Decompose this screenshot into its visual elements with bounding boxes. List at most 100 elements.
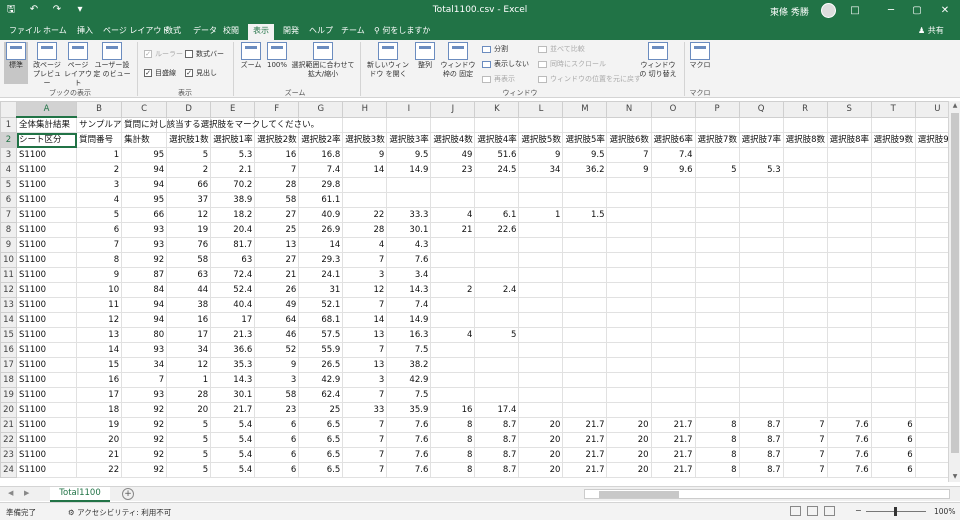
cell[interactable]: 26.9 <box>298 222 344 238</box>
cell[interactable]: 選択肢5率 <box>562 132 608 148</box>
cell[interactable]: 76 <box>166 237 212 253</box>
cell[interactable]: 9 <box>606 162 652 178</box>
cell[interactable] <box>694 267 740 283</box>
column-header[interactable]: K <box>474 101 520 118</box>
cell[interactable]: 4 <box>430 327 476 343</box>
cell[interactable] <box>518 327 564 343</box>
cell[interactable]: 7 <box>76 237 123 253</box>
cell[interactable]: 64 <box>254 312 300 328</box>
cell[interactable]: 選択肢6率 <box>650 132 696 148</box>
cell[interactable]: 8 <box>694 432 740 448</box>
freeze-panes-button[interactable]: ウィンドウ枠の 固定 <box>438 42 478 79</box>
cell[interactable] <box>914 162 948 178</box>
cell[interactable]: 20 <box>606 462 652 478</box>
cell[interactable] <box>474 116 520 133</box>
column-header[interactable]: M <box>562 101 608 118</box>
cell[interactable]: 8.7 <box>738 447 784 463</box>
cell[interactable] <box>518 312 564 328</box>
cell[interactable]: 36.6 <box>210 342 256 358</box>
cell[interactable] <box>914 177 948 193</box>
cell[interactable] <box>826 147 872 163</box>
cell[interactable]: 7.6 <box>386 462 432 478</box>
cell[interactable]: S1100 <box>16 267 78 283</box>
cell[interactable] <box>650 267 696 283</box>
cell[interactable] <box>606 116 652 133</box>
cell[interactable] <box>694 357 740 373</box>
cell[interactable]: 94 <box>121 312 168 328</box>
cell[interactable] <box>914 252 948 268</box>
cell[interactable]: 7 <box>342 342 388 358</box>
row-header[interactable]: 3 <box>0 147 18 163</box>
cell[interactable]: S1100 <box>16 327 78 343</box>
cell[interactable]: 5 <box>166 432 212 448</box>
cell[interactable]: 2.1 <box>210 162 256 178</box>
cell[interactable]: 6 <box>254 432 300 448</box>
cell[interactable]: 3.4 <box>386 267 432 283</box>
cell[interactable]: 34 <box>518 162 564 178</box>
cell[interactable] <box>782 207 828 223</box>
zoom-level[interactable]: 100% <box>934 507 955 516</box>
cell[interactable]: 6 <box>870 462 916 478</box>
row-header[interactable]: 23 <box>0 447 18 463</box>
cell[interactable]: 92 <box>121 462 168 478</box>
restore-button[interactable]: ▢ <box>908 2 926 20</box>
cell[interactable]: 35.3 <box>210 357 256 373</box>
tab-view[interactable]: 表示 <box>248 24 274 40</box>
cell[interactable]: 6 <box>870 447 916 463</box>
cell[interactable] <box>562 297 608 313</box>
tab-file[interactable]: ファイル <box>6 25 44 37</box>
cell[interactable] <box>738 207 784 223</box>
row-header[interactable]: 14 <box>0 312 18 328</box>
cell[interactable]: 28 <box>342 222 388 238</box>
cell[interactable] <box>650 282 696 298</box>
cell[interactable]: 7.6 <box>826 432 872 448</box>
cell[interactable]: 7.5 <box>386 342 432 358</box>
tab-formulas[interactable]: 数式 <box>162 25 184 37</box>
cell[interactable]: 8.7 <box>474 447 520 463</box>
cell[interactable]: 質問番号 <box>76 132 123 148</box>
cell[interactable]: 4 <box>76 192 123 208</box>
cell[interactable]: 8 <box>694 417 740 433</box>
cell[interactable]: 1 <box>518 207 564 223</box>
cell[interactable] <box>518 116 564 133</box>
avatar[interactable] <box>821 3 836 18</box>
column-header[interactable]: H <box>342 101 388 118</box>
tab-home[interactable]: ホーム <box>40 25 70 37</box>
cell[interactable]: 5.4 <box>210 447 256 463</box>
cell[interactable] <box>650 342 696 358</box>
column-header[interactable]: A <box>16 101 78 118</box>
cell[interactable]: 52.1 <box>298 297 344 313</box>
cell[interactable] <box>562 252 608 268</box>
cell[interactable] <box>914 372 948 388</box>
cell[interactable]: 21 <box>76 447 123 463</box>
cell[interactable]: 選択肢8率 <box>826 132 872 148</box>
cell[interactable]: 5 <box>166 147 212 163</box>
new-window-button[interactable]: 新しいウィンドウ を開く <box>364 42 412 79</box>
cell[interactable] <box>606 402 652 418</box>
column-header[interactable]: R <box>782 101 828 118</box>
cell[interactable] <box>474 357 520 373</box>
cell[interactable]: 42.9 <box>386 372 432 388</box>
column-header[interactable]: N <box>606 101 652 118</box>
cell[interactable] <box>738 177 784 193</box>
cell[interactable] <box>826 267 872 283</box>
cell[interactable]: S1100 <box>16 222 78 238</box>
cell[interactable]: 80 <box>121 327 168 343</box>
cell[interactable]: 20 <box>518 432 564 448</box>
cell[interactable] <box>914 282 948 298</box>
cell[interactable]: 5 <box>474 327 520 343</box>
cell[interactable] <box>782 312 828 328</box>
cell[interactable] <box>870 177 916 193</box>
cell[interactable]: 93 <box>121 222 168 238</box>
cell[interactable]: 28 <box>166 387 212 403</box>
cell[interactable]: 21 <box>430 222 476 238</box>
cell[interactable]: 21.7 <box>562 417 608 433</box>
cell[interactable]: 6 <box>914 417 948 433</box>
cell[interactable]: 36.2 <box>562 162 608 178</box>
cell[interactable]: 13 <box>342 357 388 373</box>
cell[interactable]: 23 <box>254 402 300 418</box>
cell[interactable] <box>914 192 948 208</box>
cell[interactable]: 選択肢7率 <box>738 132 784 148</box>
cell[interactable]: 14 <box>298 237 344 253</box>
cell[interactable]: 20.4 <box>210 222 256 238</box>
